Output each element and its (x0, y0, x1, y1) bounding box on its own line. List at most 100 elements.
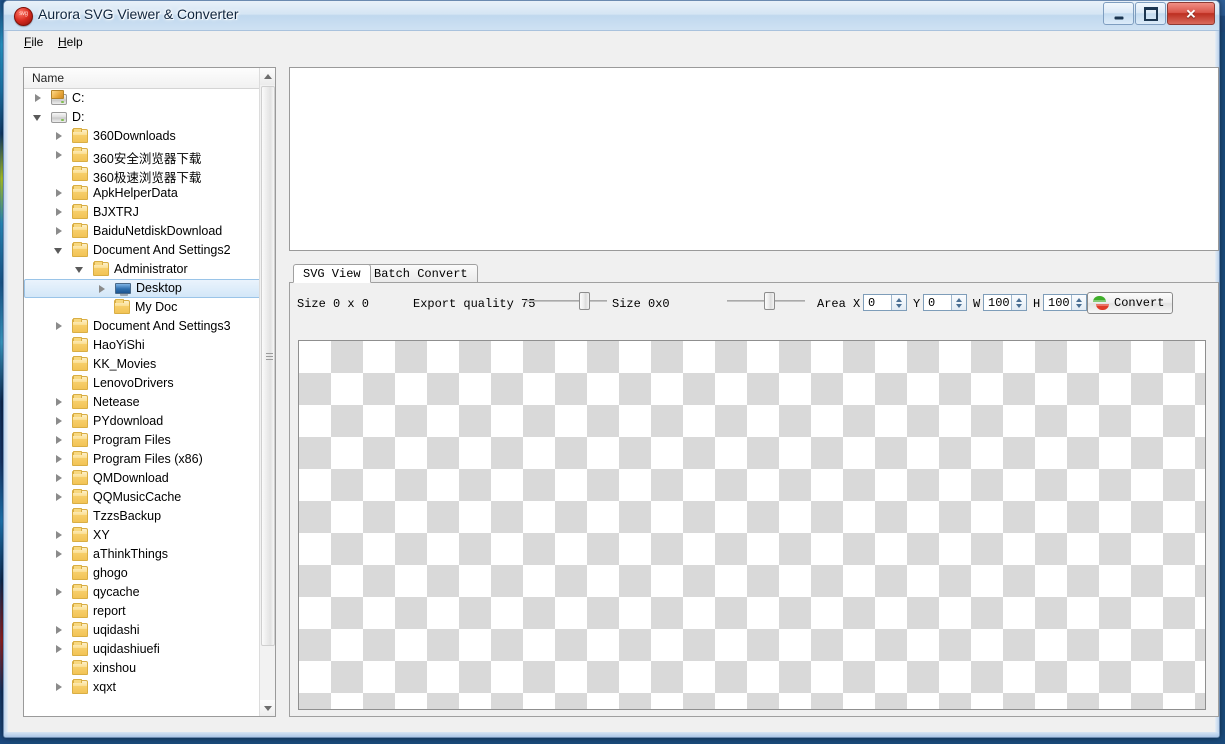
chevron-right-icon[interactable] (55, 626, 64, 635)
scroll-up-button[interactable] (260, 68, 275, 85)
chevron-right-icon[interactable] (34, 94, 43, 103)
tree-item[interactable]: My Doc (24, 298, 261, 317)
tree-item[interactable]: Program Files (x86) (24, 450, 261, 469)
export-quality-slider[interactable] (525, 292, 607, 310)
area-x-stepper[interactable]: 0 (863, 294, 907, 311)
folder-icon (72, 356, 88, 371)
window-controls: ✕ (1102, 2, 1215, 25)
area-x-spin-buttons[interactable] (891, 295, 906, 310)
area-y-stepper[interactable]: 0 (923, 294, 967, 311)
scrollbar-grip (266, 353, 273, 360)
zoom-slider[interactable] (727, 292, 805, 310)
app-window: Aurora SVG Viewer & Converter ✕ File Hel… (3, 0, 1220, 738)
tree-item[interactable]: Document And Settings3 (24, 317, 261, 336)
chevron-right-icon[interactable] (55, 455, 64, 464)
area-h-value: 100 (1048, 296, 1070, 310)
tree-item[interactable]: KK_Movies (24, 355, 261, 374)
tree-item[interactable]: 360极速浏览器下载 (24, 165, 261, 185)
chevron-down-icon[interactable] (75, 265, 85, 274)
tree-scrollbar[interactable] (259, 68, 275, 716)
tree-item[interactable]: ghogo (24, 564, 261, 583)
tree-item[interactable]: QQMusicCache (24, 488, 261, 507)
svg-preview-pane[interactable] (289, 67, 1219, 251)
slider-thumb[interactable] (764, 292, 775, 310)
chevron-right-icon[interactable] (55, 588, 64, 597)
chevron-right-icon[interactable] (55, 132, 64, 141)
transparency-canvas[interactable] (298, 340, 1206, 710)
chevron-right-icon[interactable] (55, 322, 64, 331)
monitor-icon (115, 283, 131, 296)
tree-item[interactable]: uqidashiuefi (24, 640, 261, 659)
tree-item[interactable]: BJXTRJ (24, 203, 261, 222)
tree-item[interactable]: xinshou (24, 659, 261, 678)
tree-header-name: Name (32, 71, 65, 85)
tree-item[interactable]: qycache (24, 583, 261, 602)
tab-batch-convert[interactable]: Batch Convert (364, 264, 478, 283)
area-h-spin-buttons[interactable] (1071, 295, 1086, 310)
chevron-right-icon[interactable] (55, 436, 64, 445)
chevron-right-icon[interactable] (55, 208, 64, 217)
scrollbar-thumb[interactable] (261, 86, 275, 646)
tree-item[interactable]: Document And Settings2 (24, 241, 261, 260)
chevron-right-icon[interactable] (98, 285, 107, 294)
chevron-right-icon[interactable] (55, 189, 64, 198)
area-w-stepper[interactable]: 100 (983, 294, 1027, 311)
chevron-right-icon[interactable] (55, 227, 64, 236)
tree-item-label: LenovoDrivers (93, 376, 174, 390)
chevron-right-icon[interactable] (55, 645, 64, 654)
chevron-right-icon[interactable] (55, 151, 64, 160)
area-h-stepper[interactable]: 100 (1043, 294, 1087, 311)
chevron-right-icon[interactable] (55, 417, 64, 426)
convert-button[interactable]: Convert (1087, 292, 1174, 314)
title-bar[interactable]: Aurora SVG Viewer & Converter ✕ (4, 1, 1219, 31)
chevron-down-icon (264, 706, 272, 711)
scroll-down-button[interactable] (260, 700, 275, 716)
tree-item[interactable]: aThinkThings (24, 545, 261, 564)
menu-file[interactable]: File (17, 34, 50, 51)
tree-item[interactable]: Program Files (24, 431, 261, 450)
tree-item[interactable]: BaiduNetdiskDownload (24, 222, 261, 241)
chevron-right-icon[interactable] (55, 550, 64, 559)
tree-item[interactable]: uqidashi (24, 621, 261, 640)
folder-tree[interactable]: C: D: 360Downloads 360安全浏览器下载 360极速浏览器下载 ApkH… (24, 89, 261, 716)
menu-help[interactable]: Help (51, 34, 90, 51)
tree-item[interactable]: report (24, 602, 261, 621)
chevron-down-icon[interactable] (33, 113, 43, 122)
tree-item[interactable]: 360安全浏览器下载 (24, 146, 261, 166)
area-y-spin-buttons[interactable] (951, 295, 966, 310)
chevron-right-icon[interactable] (55, 531, 64, 540)
chevron-right-icon[interactable] (55, 683, 64, 692)
close-button[interactable]: ✕ (1167, 2, 1215, 25)
tree-item[interactable]: C: (24, 89, 261, 108)
folder-icon (72, 185, 88, 200)
tree-item[interactable]: Administrator (24, 260, 261, 279)
chevron-right-icon[interactable] (55, 493, 64, 502)
tree-item[interactable]: XY (24, 526, 261, 545)
tree-item[interactable]: LenovoDrivers (24, 374, 261, 393)
tree-item-label: aThinkThings (93, 547, 169, 561)
drive-c-icon (51, 90, 67, 105)
tree-item[interactable]: xqxt (24, 678, 261, 697)
tree-item[interactable]: Netease (24, 393, 261, 412)
minimize-button[interactable] (1103, 2, 1134, 25)
tree-item[interactable]: QMDownload (24, 469, 261, 488)
tree-item[interactable]: ApkHelperData (24, 184, 261, 203)
chevron-right-icon[interactable] (55, 474, 64, 483)
slider-thumb[interactable] (579, 292, 590, 310)
tree-item[interactable]: 360Downloads (24, 127, 261, 146)
maximize-button[interactable] (1135, 2, 1166, 25)
chevron-right-icon[interactable] (55, 398, 64, 407)
tree-item[interactable]: PYdownload (24, 412, 261, 431)
folder-icon (72, 204, 88, 219)
chevron-down-icon[interactable] (54, 246, 64, 255)
tab-svg-view[interactable]: SVG View (293, 264, 371, 283)
tree-item[interactable]: HaoYiShi (24, 336, 261, 355)
tree-item[interactable]: Desktop (24, 279, 261, 298)
area-w-spin-buttons[interactable] (1011, 295, 1026, 310)
tree-item[interactable]: TzzsBackup (24, 507, 261, 526)
maximize-icon (1143, 6, 1158, 21)
tree-item-label: xqxt (93, 680, 116, 694)
tree-item-label: TzzsBackup (93, 509, 162, 523)
svg-view-panel: Size 0 x 0 Export quality 75 Size 0x0 Ar… (289, 282, 1219, 717)
tree-item[interactable]: D: (24, 108, 261, 127)
